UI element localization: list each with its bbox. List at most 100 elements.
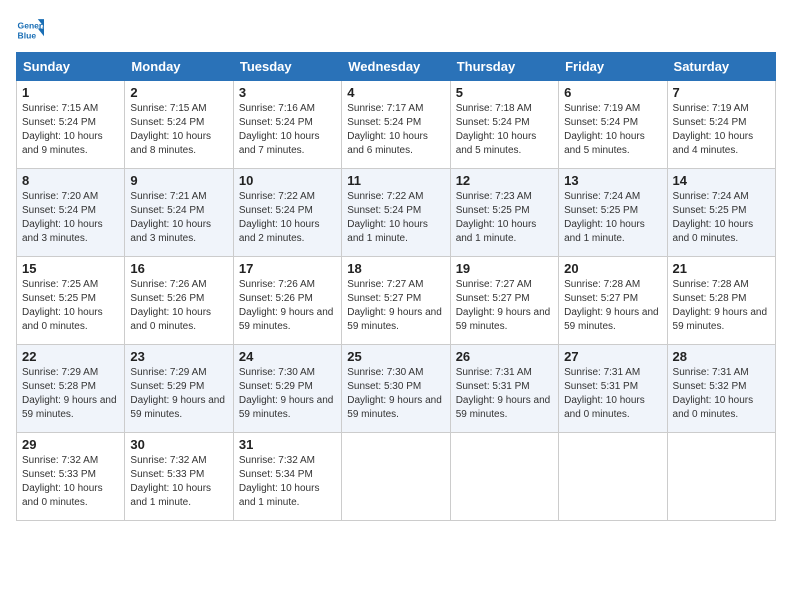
calendar-cell	[667, 433, 775, 521]
day-number: 21	[673, 261, 770, 276]
day-number: 10	[239, 173, 336, 188]
day-number: 25	[347, 349, 444, 364]
weekday-header: Friday	[559, 53, 667, 81]
day-number: 28	[673, 349, 770, 364]
calendar-cell: 22 Sunrise: 7:29 AM Sunset: 5:28 PM Dayl…	[17, 345, 125, 433]
day-number: 17	[239, 261, 336, 276]
calendar-cell: 9 Sunrise: 7:21 AM Sunset: 5:24 PM Dayli…	[125, 169, 233, 257]
logo: General Blue	[16, 16, 48, 44]
day-info: Sunrise: 7:22 AM Sunset: 5:24 PM Dayligh…	[347, 190, 444, 246]
calendar-cell: 15 Sunrise: 7:25 AM Sunset: 5:25 PM Dayl…	[17, 257, 125, 345]
day-info: Sunrise: 7:24 AM Sunset: 5:25 PM Dayligh…	[673, 190, 770, 246]
calendar-cell: 11 Sunrise: 7:22 AM Sunset: 5:24 PM Dayl…	[342, 169, 450, 257]
day-number: 4	[347, 85, 444, 100]
day-number: 27	[564, 349, 661, 364]
day-number: 15	[22, 261, 119, 276]
day-number: 26	[456, 349, 553, 364]
day-number: 22	[22, 349, 119, 364]
day-info: Sunrise: 7:19 AM Sunset: 5:24 PM Dayligh…	[673, 102, 770, 158]
calendar-table: SundayMondayTuesdayWednesdayThursdayFrid…	[16, 52, 776, 521]
calendar-week-row: 15 Sunrise: 7:25 AM Sunset: 5:25 PM Dayl…	[17, 257, 776, 345]
calendar-cell: 3 Sunrise: 7:16 AM Sunset: 5:24 PM Dayli…	[233, 81, 341, 169]
day-number: 13	[564, 173, 661, 188]
weekday-header: Tuesday	[233, 53, 341, 81]
day-info: Sunrise: 7:32 AM Sunset: 5:33 PM Dayligh…	[130, 454, 227, 510]
weekday-header: Thursday	[450, 53, 558, 81]
day-number: 29	[22, 437, 119, 452]
day-info: Sunrise: 7:21 AM Sunset: 5:24 PM Dayligh…	[130, 190, 227, 246]
day-info: Sunrise: 7:29 AM Sunset: 5:29 PM Dayligh…	[130, 366, 227, 422]
weekday-header-row: SundayMondayTuesdayWednesdayThursdayFrid…	[17, 53, 776, 81]
calendar-cell: 12 Sunrise: 7:23 AM Sunset: 5:25 PM Dayl…	[450, 169, 558, 257]
calendar-cell: 7 Sunrise: 7:19 AM Sunset: 5:24 PM Dayli…	[667, 81, 775, 169]
day-info: Sunrise: 7:31 AM Sunset: 5:32 PM Dayligh…	[673, 366, 770, 422]
day-number: 18	[347, 261, 444, 276]
day-info: Sunrise: 7:15 AM Sunset: 5:24 PM Dayligh…	[22, 102, 119, 158]
calendar-cell	[450, 433, 558, 521]
calendar-week-row: 22 Sunrise: 7:29 AM Sunset: 5:28 PM Dayl…	[17, 345, 776, 433]
calendar-cell: 13 Sunrise: 7:24 AM Sunset: 5:25 PM Dayl…	[559, 169, 667, 257]
day-number: 6	[564, 85, 661, 100]
calendar-cell: 5 Sunrise: 7:18 AM Sunset: 5:24 PM Dayli…	[450, 81, 558, 169]
day-number: 8	[22, 173, 119, 188]
day-number: 30	[130, 437, 227, 452]
day-number: 23	[130, 349, 227, 364]
calendar-cell	[559, 433, 667, 521]
day-number: 5	[456, 85, 553, 100]
day-number: 24	[239, 349, 336, 364]
day-number: 16	[130, 261, 227, 276]
day-info: Sunrise: 7:16 AM Sunset: 5:24 PM Dayligh…	[239, 102, 336, 158]
calendar-cell: 25 Sunrise: 7:30 AM Sunset: 5:30 PM Dayl…	[342, 345, 450, 433]
calendar-week-row: 1 Sunrise: 7:15 AM Sunset: 5:24 PM Dayli…	[17, 81, 776, 169]
day-info: Sunrise: 7:25 AM Sunset: 5:25 PM Dayligh…	[22, 278, 119, 334]
calendar-cell: 17 Sunrise: 7:26 AM Sunset: 5:26 PM Dayl…	[233, 257, 341, 345]
day-info: Sunrise: 7:18 AM Sunset: 5:24 PM Dayligh…	[456, 102, 553, 158]
calendar-week-row: 29 Sunrise: 7:32 AM Sunset: 5:33 PM Dayl…	[17, 433, 776, 521]
day-info: Sunrise: 7:26 AM Sunset: 5:26 PM Dayligh…	[130, 278, 227, 334]
day-number: 7	[673, 85, 770, 100]
calendar-cell: 6 Sunrise: 7:19 AM Sunset: 5:24 PM Dayli…	[559, 81, 667, 169]
calendar-cell: 21 Sunrise: 7:28 AM Sunset: 5:28 PM Dayl…	[667, 257, 775, 345]
weekday-header: Wednesday	[342, 53, 450, 81]
calendar-cell: 14 Sunrise: 7:24 AM Sunset: 5:25 PM Dayl…	[667, 169, 775, 257]
day-number: 1	[22, 85, 119, 100]
day-info: Sunrise: 7:22 AM Sunset: 5:24 PM Dayligh…	[239, 190, 336, 246]
day-info: Sunrise: 7:28 AM Sunset: 5:28 PM Dayligh…	[673, 278, 770, 334]
day-info: Sunrise: 7:30 AM Sunset: 5:29 PM Dayligh…	[239, 366, 336, 422]
day-info: Sunrise: 7:19 AM Sunset: 5:24 PM Dayligh…	[564, 102, 661, 158]
calendar-week-row: 8 Sunrise: 7:20 AM Sunset: 5:24 PM Dayli…	[17, 169, 776, 257]
day-info: Sunrise: 7:26 AM Sunset: 5:26 PM Dayligh…	[239, 278, 336, 334]
day-info: Sunrise: 7:27 AM Sunset: 5:27 PM Dayligh…	[347, 278, 444, 334]
calendar-cell: 20 Sunrise: 7:28 AM Sunset: 5:27 PM Dayl…	[559, 257, 667, 345]
day-info: Sunrise: 7:24 AM Sunset: 5:25 PM Dayligh…	[564, 190, 661, 246]
day-info: Sunrise: 7:20 AM Sunset: 5:24 PM Dayligh…	[22, 190, 119, 246]
calendar-cell: 8 Sunrise: 7:20 AM Sunset: 5:24 PM Dayli…	[17, 169, 125, 257]
weekday-header: Sunday	[17, 53, 125, 81]
day-info: Sunrise: 7:30 AM Sunset: 5:30 PM Dayligh…	[347, 366, 444, 422]
calendar-cell: 19 Sunrise: 7:27 AM Sunset: 5:27 PM Dayl…	[450, 257, 558, 345]
day-info: Sunrise: 7:29 AM Sunset: 5:28 PM Dayligh…	[22, 366, 119, 422]
day-number: 20	[564, 261, 661, 276]
day-info: Sunrise: 7:28 AM Sunset: 5:27 PM Dayligh…	[564, 278, 661, 334]
day-number: 2	[130, 85, 227, 100]
weekday-header: Monday	[125, 53, 233, 81]
day-info: Sunrise: 7:27 AM Sunset: 5:27 PM Dayligh…	[456, 278, 553, 334]
calendar-cell: 30 Sunrise: 7:32 AM Sunset: 5:33 PM Dayl…	[125, 433, 233, 521]
day-info: Sunrise: 7:32 AM Sunset: 5:34 PM Dayligh…	[239, 454, 336, 510]
calendar-cell: 23 Sunrise: 7:29 AM Sunset: 5:29 PM Dayl…	[125, 345, 233, 433]
day-info: Sunrise: 7:17 AM Sunset: 5:24 PM Dayligh…	[347, 102, 444, 158]
header: General Blue	[16, 16, 776, 44]
day-number: 19	[456, 261, 553, 276]
day-info: Sunrise: 7:23 AM Sunset: 5:25 PM Dayligh…	[456, 190, 553, 246]
calendar-cell: 26 Sunrise: 7:31 AM Sunset: 5:31 PM Dayl…	[450, 345, 558, 433]
calendar-cell	[342, 433, 450, 521]
calendar-cell: 28 Sunrise: 7:31 AM Sunset: 5:32 PM Dayl…	[667, 345, 775, 433]
day-number: 14	[673, 173, 770, 188]
weekday-header: Saturday	[667, 53, 775, 81]
calendar-cell: 18 Sunrise: 7:27 AM Sunset: 5:27 PM Dayl…	[342, 257, 450, 345]
calendar-cell: 24 Sunrise: 7:30 AM Sunset: 5:29 PM Dayl…	[233, 345, 341, 433]
day-number: 11	[347, 173, 444, 188]
calendar-cell: 4 Sunrise: 7:17 AM Sunset: 5:24 PM Dayli…	[342, 81, 450, 169]
day-info: Sunrise: 7:31 AM Sunset: 5:31 PM Dayligh…	[456, 366, 553, 422]
svg-text:Blue: Blue	[18, 31, 37, 41]
